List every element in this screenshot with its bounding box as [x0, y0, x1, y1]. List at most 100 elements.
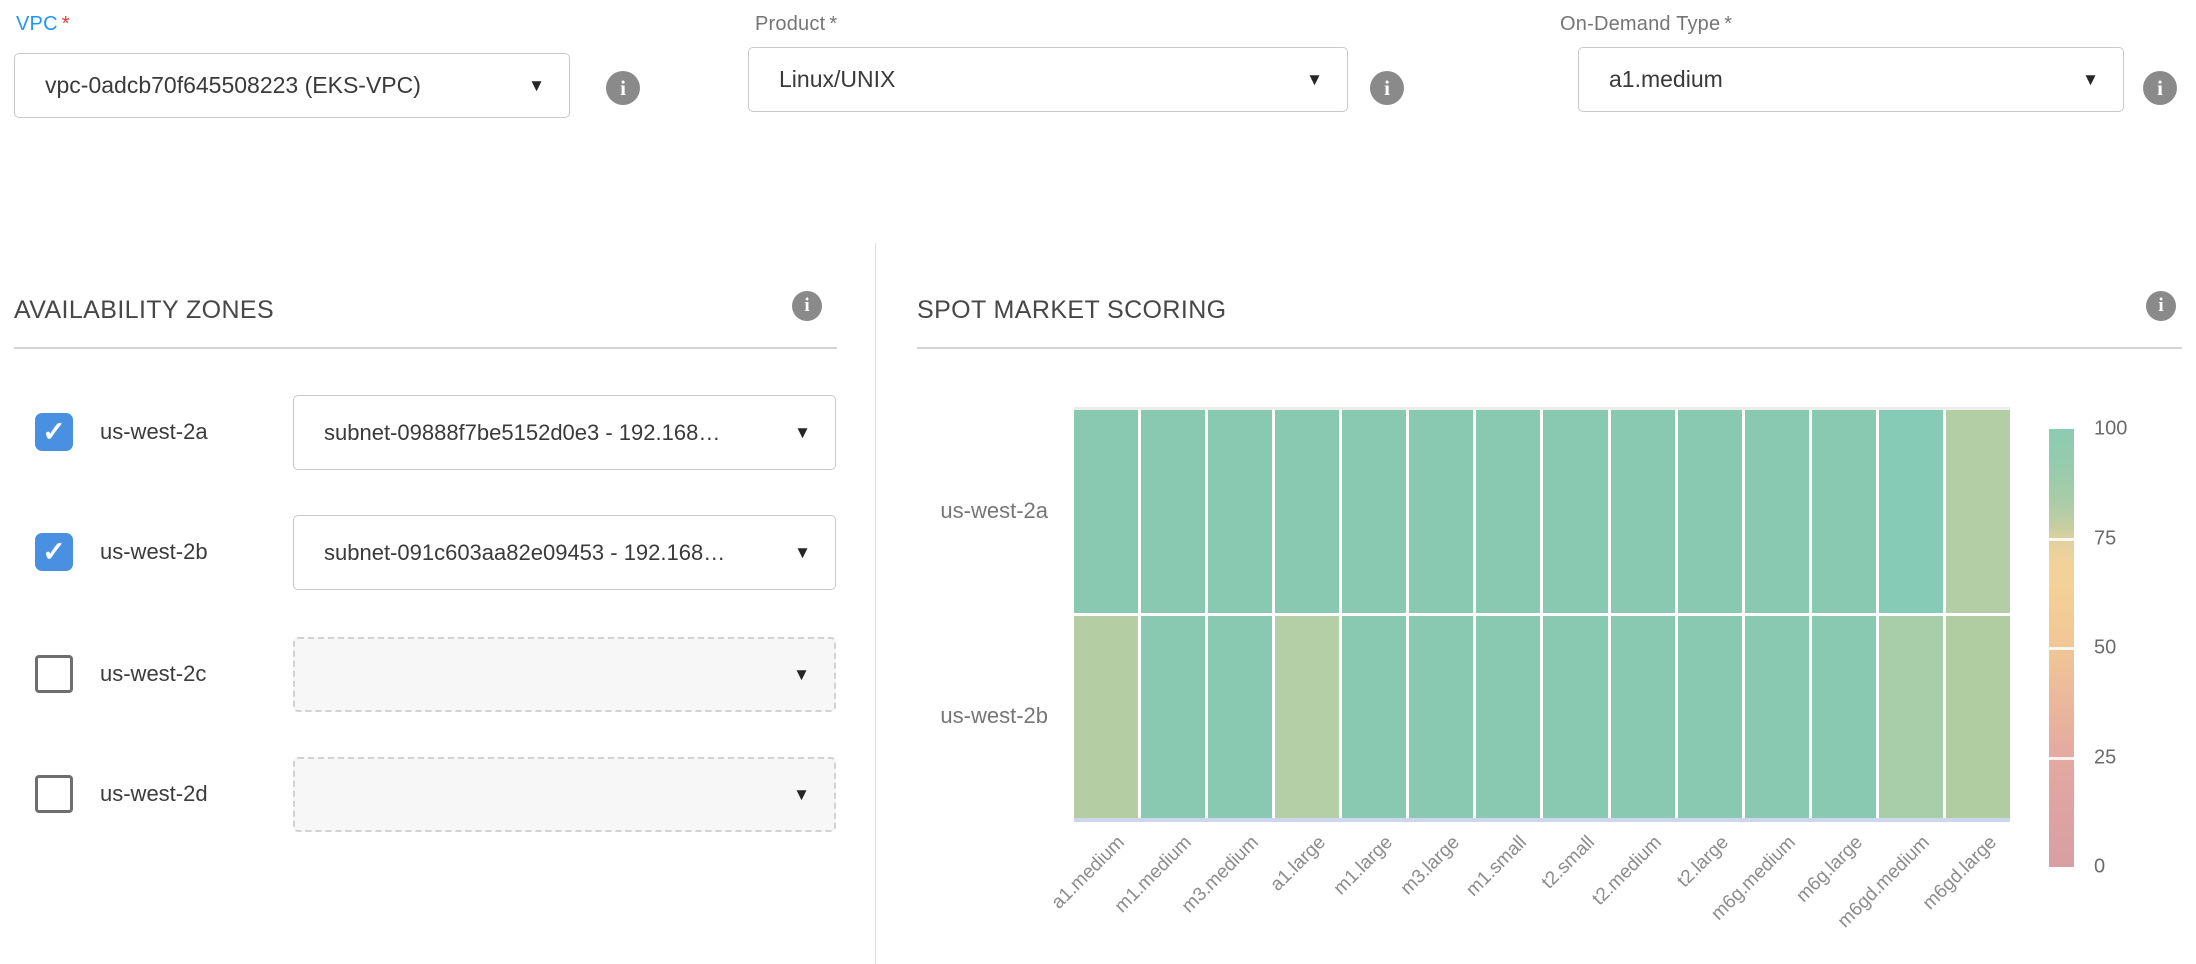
legend-tick-label-75: 75	[2094, 527, 2116, 550]
heatmap-cell-us-west-2a-m1.small[interactable]	[1476, 410, 1540, 613]
availability-zones-title: AVAILABILITY ZONES	[14, 296, 274, 325]
heatmap-color-legend	[2049, 429, 2074, 867]
on-demand-type-required-mark: *	[1724, 13, 1732, 35]
dropdown-arrow-icon: ▼	[793, 666, 834, 683]
product-select[interactable]: Linux/UNIX ▼	[748, 47, 1348, 112]
az-zone-label: us-west-2d	[100, 781, 208, 807]
az-zone-label: us-west-2a	[100, 419, 208, 445]
legend-tick-label-0: 0	[2094, 856, 2105, 879]
heatmap-cell-us-west-2b-a1.medium[interactable]	[1074, 616, 1138, 819]
product-required-mark: *	[829, 13, 837, 35]
heatmap-cell-us-west-2b-m6gd.large[interactable]	[1946, 616, 2010, 819]
spot-market-scoring-title: SPOT MARKET SCORING	[917, 296, 1227, 325]
heatmap-cell-us-west-2b-m3.medium[interactable]	[1208, 616, 1272, 819]
dropdown-arrow-icon: ▼	[2082, 71, 2123, 88]
heatmap-cell-us-west-2a-m6gd.medium[interactable]	[1879, 410, 1943, 613]
heatmap-column-label-t2.small: t2.small	[1537, 832, 1599, 894]
heatmap-cell-us-west-2a-m3.large[interactable]	[1409, 410, 1473, 613]
vpc-label: VPC*	[16, 13, 70, 36]
heatmap-cell-us-west-2b-m6gd.medium[interactable]	[1879, 616, 1943, 819]
on-demand-type-label-text: On-Demand Type	[1560, 13, 1720, 35]
heatmap-row-label-us-west-2b: us-west-2b	[905, 703, 1048, 729]
dropdown-arrow-icon: ▼	[794, 544, 835, 561]
vpc-info-icon[interactable]: i	[606, 71, 640, 105]
vpc-select-value: vpc-0adcb70f645508223 (EKS-VPC)	[15, 72, 528, 99]
heatmap-column-label-a1.large: a1.large	[1267, 832, 1331, 896]
heatmap-cell-us-west-2b-t2.small[interactable]	[1543, 616, 1607, 819]
dropdown-arrow-icon: ▼	[528, 77, 569, 94]
heatmap-cell-us-west-2b-m1.medium[interactable]	[1141, 616, 1205, 819]
az-row-us-west-2d: us-west-2d ▼	[0, 757, 875, 832]
dropdown-arrow-icon: ▼	[793, 786, 834, 803]
legend-tick-line	[2049, 647, 2074, 650]
subnet-select-us-west-2a[interactable]: subnet-09888f7be5152d0e3 - 192.168…▼	[293, 395, 836, 470]
on-demand-type-info-icon[interactable]: i	[2143, 71, 2177, 105]
spot-market-scoring-info-icon[interactable]: i	[2146, 291, 2176, 321]
heatmap-column-label-t2.medium: t2.medium	[1588, 832, 1666, 910]
availability-zones-divider	[14, 347, 837, 349]
on-demand-type-select[interactable]: a1.medium ▼	[1578, 47, 2124, 112]
az-checkbox-us-west-2c[interactable]	[35, 655, 73, 693]
heatmap-column-label-t2.large: t2.large	[1673, 832, 1733, 892]
subnet-select-us-west-2b[interactable]: subnet-091c603aa82e09453 - 192.168…▼	[293, 515, 836, 590]
heatmap-cell-us-west-2b-m6g.large[interactable]	[1812, 616, 1876, 819]
availability-zones-info-icon[interactable]: i	[792, 291, 822, 321]
heatmap-cell-us-west-2b-t2.large[interactable]	[1678, 616, 1742, 819]
product-select-value: Linux/UNIX	[749, 66, 1306, 93]
legend-tick-line	[2049, 757, 2074, 760]
product-info-icon[interactable]: i	[1370, 71, 1404, 105]
az-row-us-west-2a: ✓ us-west-2a subnet-09888f7be5152d0e3 - 19…	[0, 395, 875, 470]
vpc-label-text: VPC	[16, 13, 58, 35]
az-checkbox-us-west-2d[interactable]	[35, 775, 73, 813]
subnet-select-value: subnet-091c603aa82e09453 - 192.168…	[294, 540, 794, 566]
heatmap-cell-us-west-2a-t2.large[interactable]	[1678, 410, 1742, 613]
heatmap-cell-us-west-2a-m6g.large[interactable]	[1812, 410, 1876, 613]
heatmap-cell-us-west-2b-t2.medium[interactable]	[1611, 616, 1675, 819]
heatmap-cell-us-west-2a-m6g.medium[interactable]	[1745, 410, 1809, 613]
product-label-text: Product	[755, 13, 825, 35]
heatmap-row-label-us-west-2a: us-west-2a	[905, 498, 1048, 524]
legend-tick-label-100: 100	[2094, 418, 2127, 441]
az-zone-label: us-west-2c	[100, 661, 206, 687]
heatmap-cell-us-west-2b-m1.large[interactable]	[1342, 616, 1406, 819]
on-demand-type-label: On-Demand Type*	[1560, 13, 1732, 36]
az-checkbox-us-west-2b[interactable]: ✓	[35, 533, 73, 571]
heatmap-column-label-m1.small: m1.small	[1463, 832, 1532, 901]
heatmap	[1074, 407, 2010, 822]
section-divider	[875, 243, 876, 964]
heatmap-column-label-m1.large: m1.large	[1330, 832, 1398, 900]
product-label: Product*	[755, 13, 837, 36]
heatmap-cell-us-west-2b-m3.large[interactable]	[1409, 616, 1473, 819]
on-demand-type-select-value: a1.medium	[1579, 66, 2082, 93]
subnet-select-us-west-2d[interactable]: ▼	[293, 757, 836, 832]
heatmap-cell-us-west-2b-m1.small[interactable]	[1476, 616, 1540, 819]
heatmap-cell-us-west-2b-m6g.medium[interactable]	[1745, 616, 1809, 819]
check-icon: ✓	[42, 538, 65, 566]
vpc-required-mark: *	[62, 13, 70, 35]
check-icon: ✓	[42, 418, 65, 446]
heatmap-cell-us-west-2a-m3.medium[interactable]	[1208, 410, 1272, 613]
heatmap-cell-us-west-2a-m6gd.large[interactable]	[1946, 410, 2010, 613]
legend-tick-label-50: 50	[2094, 637, 2116, 660]
dropdown-arrow-icon: ▼	[1306, 71, 1347, 88]
az-row-us-west-2b: ✓ us-west-2b subnet-091c603aa82e09453 - 19…	[0, 515, 875, 590]
dropdown-arrow-icon: ▼	[794, 424, 835, 441]
heatmap-cell-us-west-2a-t2.small[interactable]	[1543, 410, 1607, 613]
heatmap-cell-us-west-2a-t2.medium[interactable]	[1611, 410, 1675, 613]
subnet-select-value: subnet-09888f7be5152d0e3 - 192.168…	[294, 420, 794, 446]
legend-tick-label-25: 25	[2094, 746, 2116, 769]
legend-tick-line	[2049, 538, 2074, 541]
az-row-us-west-2c: us-west-2c ▼	[0, 637, 875, 712]
az-zone-label: us-west-2b	[100, 539, 208, 565]
heatmap-cell-us-west-2a-a1.large[interactable]	[1275, 410, 1339, 613]
screen: VPC* vpc-0adcb70f645508223 (EKS-VPC) ▼ i…	[0, 0, 2196, 964]
subnet-select-us-west-2c[interactable]: ▼	[293, 637, 836, 712]
az-checkbox-us-west-2a[interactable]: ✓	[35, 413, 73, 451]
heatmap-column-label-m3.large: m3.large	[1397, 832, 1465, 900]
spot-market-scoring-divider	[917, 347, 2182, 349]
vpc-select[interactable]: vpc-0adcb70f645508223 (EKS-VPC) ▼	[14, 53, 570, 118]
heatmap-cell-us-west-2b-a1.large[interactable]	[1275, 616, 1339, 819]
heatmap-cell-us-west-2a-m1.medium[interactable]	[1141, 410, 1205, 613]
heatmap-cell-us-west-2a-m1.large[interactable]	[1342, 410, 1406, 613]
heatmap-cell-us-west-2a-a1.medium[interactable]	[1074, 410, 1138, 613]
